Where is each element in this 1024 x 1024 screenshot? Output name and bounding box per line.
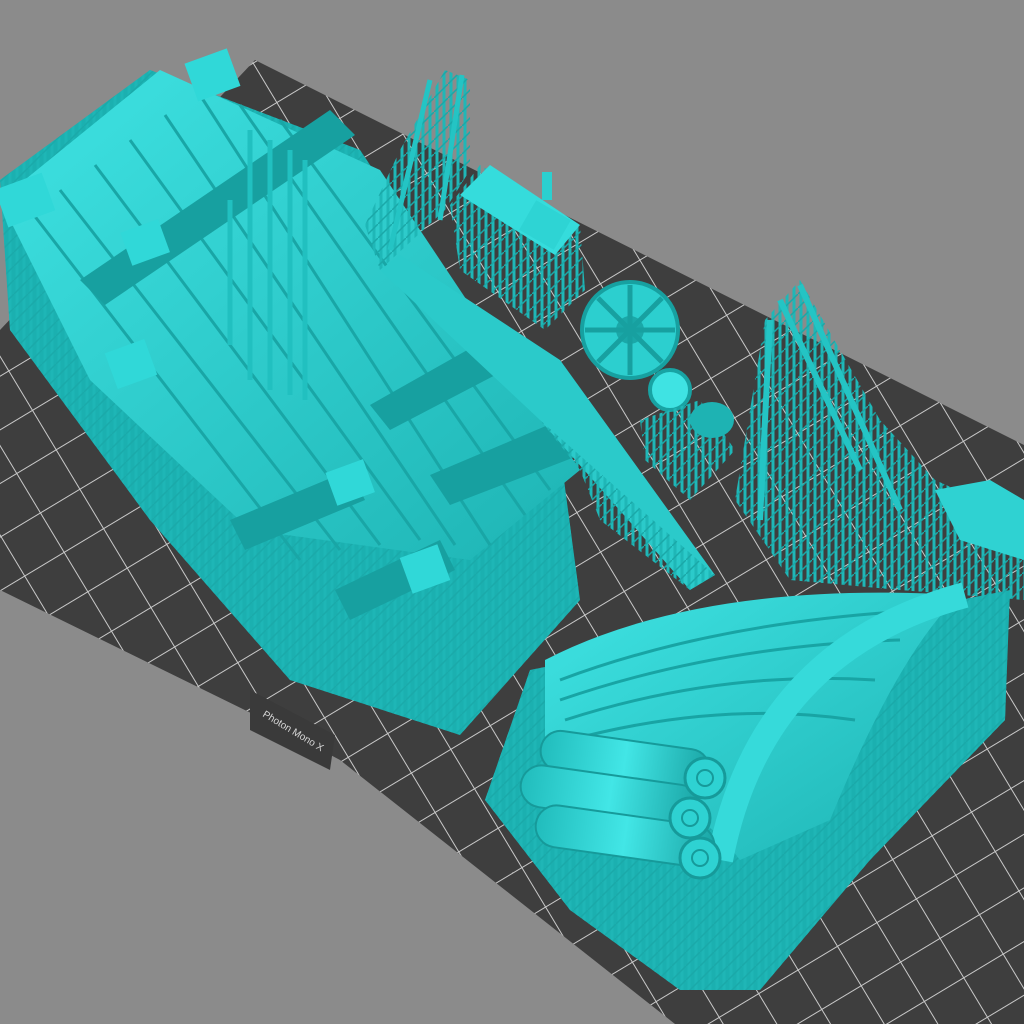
slicer-scene[interactable]: Photon Mono X — [0, 0, 1024, 1024]
3d-viewport[interactable]: Photon Mono X — [0, 0, 1024, 1024]
